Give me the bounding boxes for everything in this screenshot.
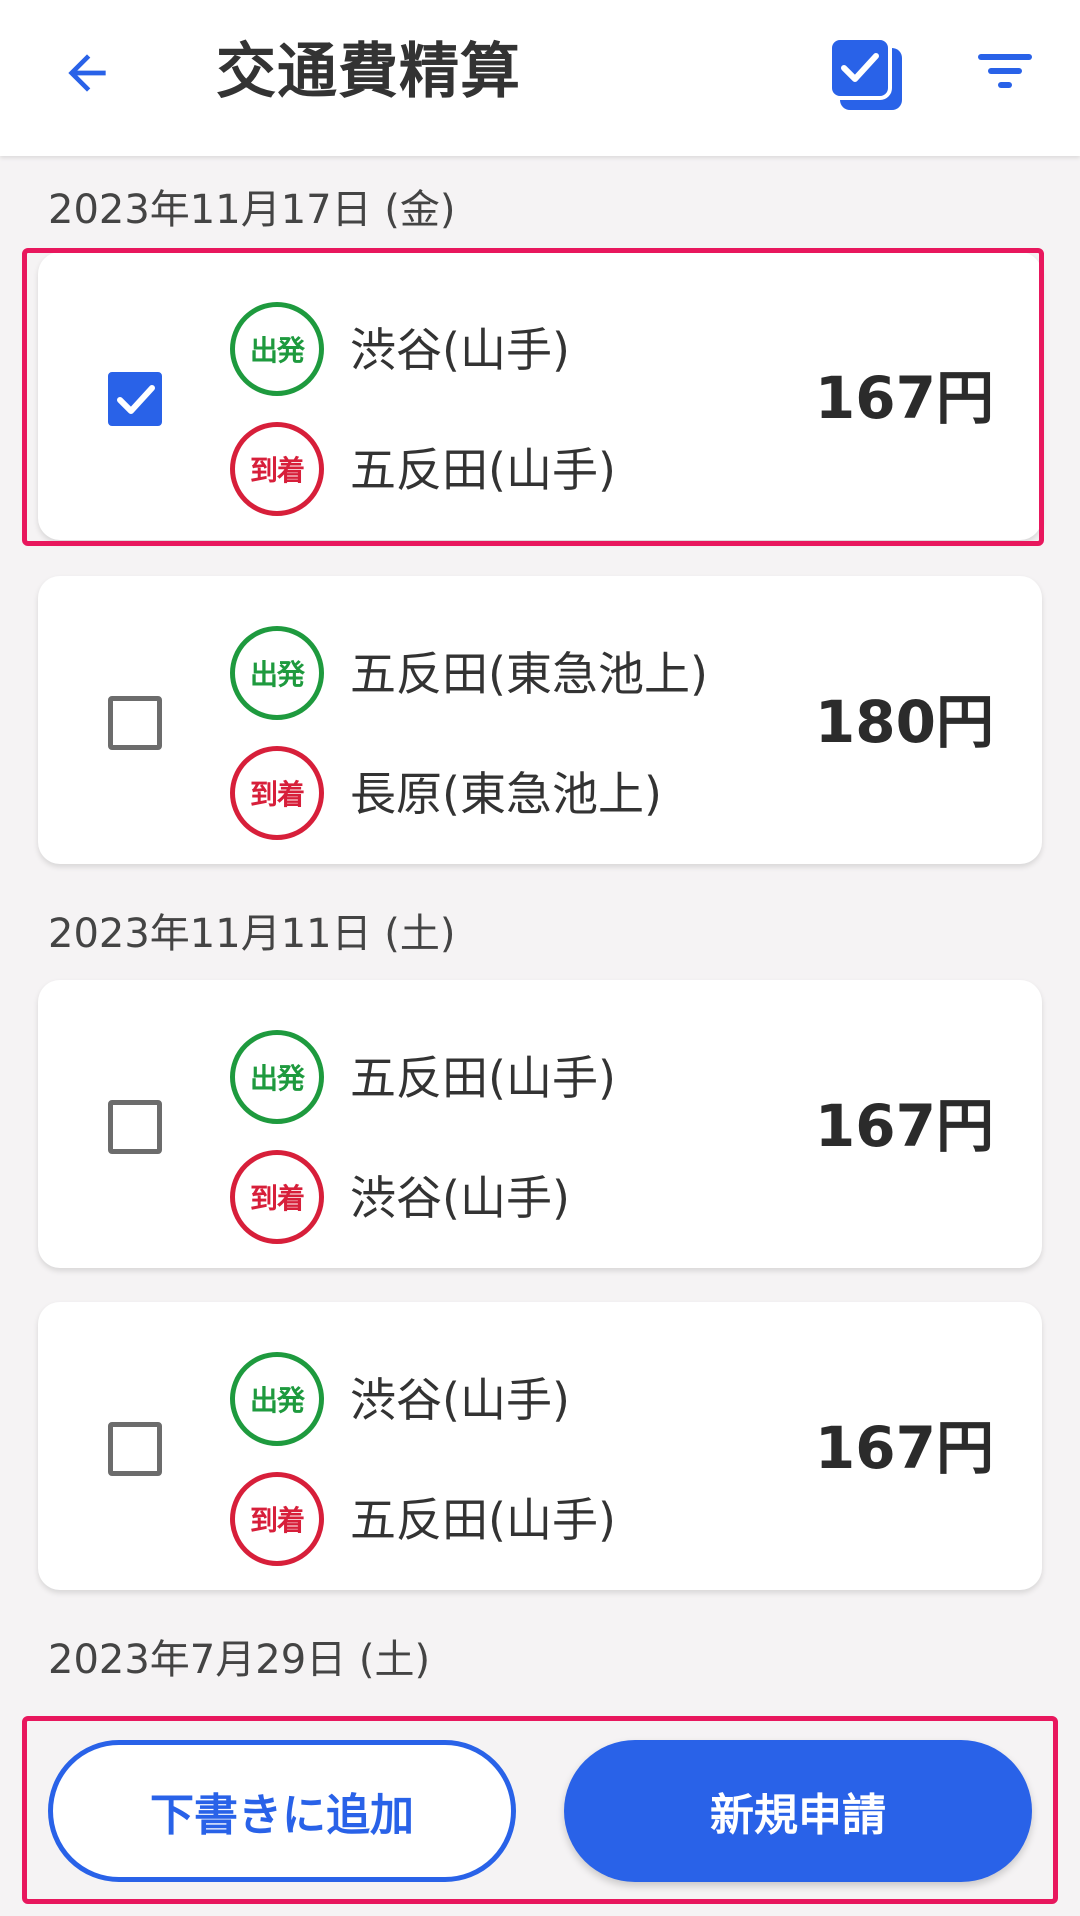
arrival-station: 五反田(山手) bbox=[350, 443, 616, 497]
page-title: 交通費精算 bbox=[216, 37, 521, 107]
multi-checkbox-icon bbox=[828, 36, 902, 110]
arrival-station: 長原(東急池上) bbox=[350, 767, 662, 821]
departure-badge: 出発 bbox=[230, 626, 324, 720]
route-checkbox[interactable] bbox=[108, 696, 162, 750]
app-header: 交通費精算 bbox=[0, 0, 1080, 156]
route-card[interactable]: 出発 五反田(東急池上) 到着 長原(東急池上) 180円 bbox=[38, 576, 1042, 864]
route-card[interactable]: 出発 五反田(山手) 到着 渋谷(山手) 167円 bbox=[38, 980, 1042, 1268]
fare-amount: 167円 bbox=[814, 1092, 994, 1160]
route-checkbox[interactable] bbox=[108, 1422, 162, 1476]
date-header: 2023年7月29日 (土) bbox=[48, 1637, 431, 1683]
date-header: 2023年11月11日 (土) bbox=[48, 911, 456, 957]
departure-station: 五反田(山手) bbox=[350, 1051, 616, 1105]
route-card[interactable]: 出発 渋谷(山手) 到着 五反田(山手) 167円 bbox=[38, 1302, 1042, 1590]
filter-button[interactable] bbox=[976, 48, 1036, 98]
route-checkbox-checked[interactable] bbox=[108, 372, 162, 426]
departure-station: 五反田(東急池上) bbox=[350, 647, 708, 701]
departure-station: 渋谷(山手) bbox=[350, 1373, 570, 1427]
route-card[interactable]: 出発 渋谷(山手) 到着 五反田(山手) 167円 bbox=[38, 252, 1042, 540]
arrival-station: 五反田(山手) bbox=[350, 1493, 616, 1547]
arrival-badge: 到着 bbox=[230, 1472, 324, 1566]
arrival-badge: 到着 bbox=[230, 1150, 324, 1244]
departure-badge: 出発 bbox=[230, 1030, 324, 1124]
fare-amount: 180円 bbox=[814, 688, 994, 756]
arrival-badge: 到着 bbox=[230, 746, 324, 840]
check-icon bbox=[117, 385, 155, 414]
departure-badge: 出発 bbox=[230, 302, 324, 396]
arrow-left-icon bbox=[68, 54, 106, 92]
arrival-badge: 到着 bbox=[230, 422, 324, 516]
departure-station: 渋谷(山手) bbox=[350, 323, 570, 377]
add-to-draft-button[interactable]: 下書きに追加 bbox=[48, 1740, 516, 1882]
route-checkbox[interactable] bbox=[108, 1100, 162, 1154]
select-all-button[interactable] bbox=[826, 34, 906, 114]
departure-badge: 出発 bbox=[230, 1352, 324, 1446]
new-application-button[interactable]: 新規申請 bbox=[564, 1740, 1032, 1882]
filter-icon bbox=[978, 54, 1032, 88]
arrival-station: 渋谷(山手) bbox=[350, 1171, 570, 1225]
date-header: 2023年11月17日 (金) bbox=[48, 187, 456, 233]
app-root: 交通費精算 2023年11月17日 (金) 出発 渋谷(山手) 到着 五反田(山… bbox=[0, 0, 1080, 1916]
fare-amount: 167円 bbox=[814, 1414, 994, 1482]
back-button[interactable] bbox=[52, 38, 122, 108]
fare-amount: 167円 bbox=[814, 364, 994, 432]
